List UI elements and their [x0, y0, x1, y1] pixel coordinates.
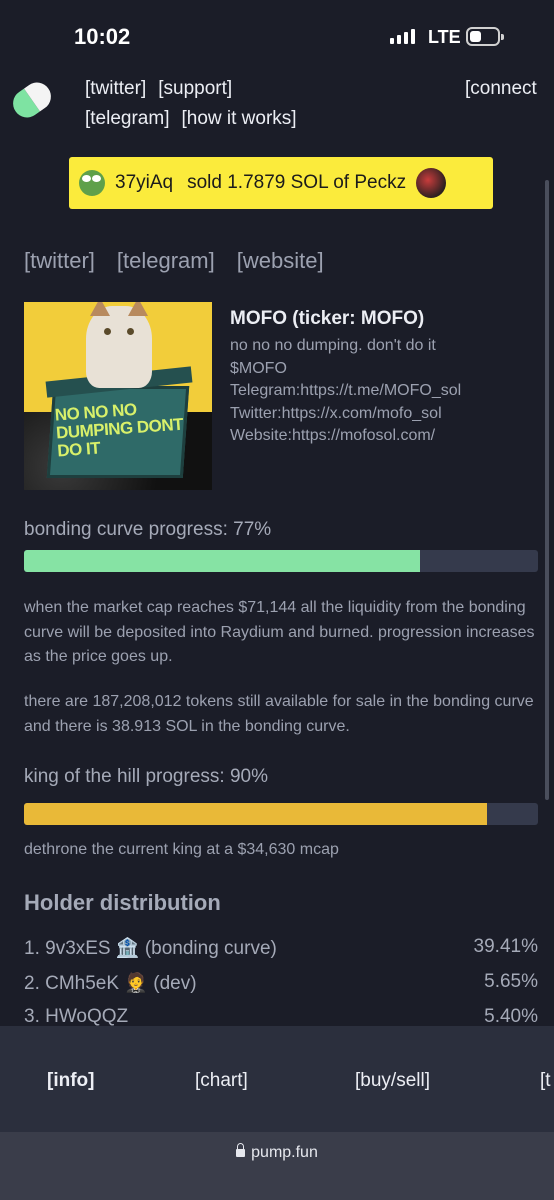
- nav-support-link[interactable]: [support]: [158, 78, 232, 99]
- graffiti-text: NO NO NO DUMPING DONT DO IT: [54, 399, 184, 461]
- token-image: NO NO NO DUMPING DONT DO IT: [24, 302, 212, 490]
- token-website-link[interactable]: [website]: [237, 248, 324, 273]
- bottom-tab-bar: [info] [chart] [buy/sell] [t: [0, 1026, 554, 1132]
- ticker-action: sold 1.7879 SOL of Peckz: [187, 172, 407, 193]
- tab-chart[interactable]: [chart]: [195, 1070, 248, 1092]
- bonding-progress-bar: [24, 550, 538, 572]
- holder-row[interactable]: 2. CMh5eK 🤵 (dev) 5.65%: [24, 971, 538, 995]
- nav-twitter-link[interactable]: [twitter]: [85, 78, 146, 99]
- king-label: king of the hill progress: 90%: [24, 766, 268, 787]
- tab-trades[interactable]: [t: [540, 1070, 551, 1092]
- nav-how-it-works-link[interactable]: [how it works]: [181, 108, 296, 129]
- battery-icon: [466, 27, 504, 46]
- token-twitter-link[interactable]: [twitter]: [24, 248, 95, 273]
- king-progress-bar: [24, 803, 538, 825]
- nav-connect-link[interactable]: [connect: [465, 78, 537, 100]
- ticker-user: 37yiAq: [115, 172, 174, 193]
- token-description: no no no dumping. don't do it $MOFO Tele…: [230, 337, 462, 444]
- nav-telegram-link[interactable]: [telegram]: [85, 108, 169, 129]
- holder-distribution-title: Holder distribution: [24, 890, 221, 915]
- trade-ticker[interactable]: 37yiAq sold 1.7879 SOL of Peckz: [69, 157, 493, 209]
- nav-row-2: [telegram] [how it works]: [85, 108, 309, 130]
- tab-buy-sell[interactable]: [buy/sell]: [355, 1070, 430, 1092]
- network-type: LTE: [428, 27, 461, 47]
- king-progress-fill: [24, 803, 487, 825]
- holder-row[interactable]: 1. 9v3xES 🏦 (bonding curve) 39.41%: [24, 936, 538, 960]
- tab-info[interactable]: [info]: [47, 1070, 94, 1092]
- status-bar: 10:02 LTE: [0, 0, 554, 72]
- token-avatar-icon: [416, 168, 447, 198]
- token-name: MOFO (ticker: MOFO): [230, 308, 425, 329]
- holder-row[interactable]: 3. HWoQQZ 5.40%: [24, 1006, 538, 1028]
- bonding-progress-fill: [24, 550, 420, 572]
- bonding-label: bonding curve progress: 77%: [24, 519, 272, 540]
- signal-icon: [390, 29, 415, 44]
- status-time: 10:02: [74, 24, 131, 49]
- browser-url-bar[interactable]: [0, 1132, 554, 1200]
- frog-avatar-icon: [79, 170, 105, 196]
- lock-icon: [236, 1143, 246, 1157]
- king-info: dethrone the current king at a $34,630 m…: [24, 841, 339, 858]
- cat-image: [86, 302, 152, 388]
- url-text[interactable]: pump.fun: [0, 1143, 554, 1162]
- nav-row-1: [twitter] [support]: [85, 78, 244, 100]
- token-links: [twitter] [telegram] [website]: [24, 248, 346, 274]
- bonding-info-1: when the market cap reaches $71,144 all …: [24, 599, 535, 665]
- token-telegram-link[interactable]: [telegram]: [117, 248, 215, 273]
- scrollbar[interactable]: [545, 180, 549, 800]
- bonding-info-2: there are 187,208,012 tokens still avail…: [24, 693, 534, 735]
- pill-logo-icon[interactable]: [7, 77, 57, 123]
